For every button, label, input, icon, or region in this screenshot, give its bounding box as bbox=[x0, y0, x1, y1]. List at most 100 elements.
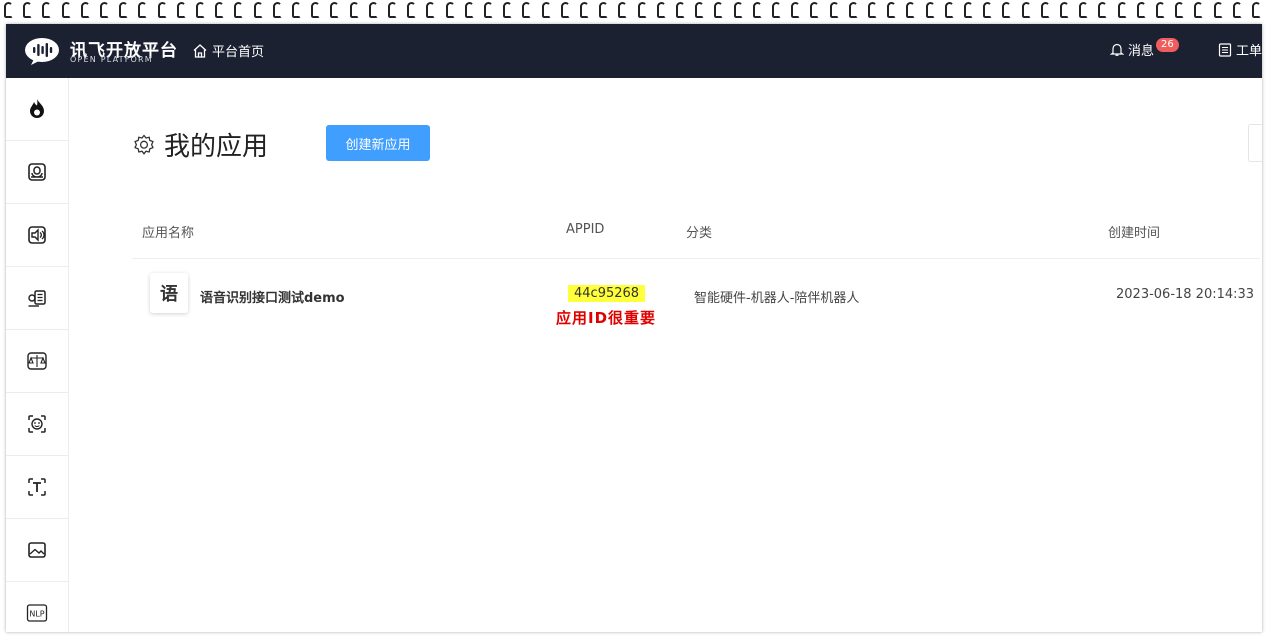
spiral-ring bbox=[350, 2, 359, 18]
spiral-ring bbox=[1022, 2, 1031, 18]
main-content: 我的应用 创建新应用 应用名称 APPID 分类 创建时间 语 语音识别接口测试… bbox=[68, 78, 1262, 632]
spiral-ring bbox=[254, 2, 263, 18]
page-title: 我的应用 bbox=[164, 132, 269, 162]
sidebar-item-text-recognition[interactable] bbox=[6, 456, 68, 519]
app-category: 智能硬件-机器人-陪伴机器人 bbox=[694, 291, 860, 306]
spiral-ring bbox=[1079, 2, 1088, 18]
sidebar-item-speech-recognition[interactable] bbox=[6, 141, 68, 204]
spiral-ring bbox=[599, 2, 608, 18]
appid-value: 44c95268 bbox=[568, 285, 646, 302]
sidebar-item-voice-evaluation[interactable] bbox=[6, 330, 68, 393]
spiral-ring bbox=[522, 2, 531, 18]
voice-document-icon bbox=[28, 290, 46, 307]
nlp-icon-label: NLP bbox=[29, 610, 44, 619]
flame-icon bbox=[30, 99, 44, 118]
face-recognition-icon bbox=[28, 415, 46, 433]
home-icon bbox=[193, 43, 207, 58]
spiral-ring bbox=[887, 2, 896, 18]
spiral-ring bbox=[196, 2, 205, 18]
spiral-ring bbox=[1098, 2, 1107, 18]
spiral-ring bbox=[4, 2, 13, 18]
spiral-ring bbox=[734, 2, 743, 18]
spiral-ring bbox=[1156, 2, 1165, 18]
platform-home-link[interactable]: 平台首页 bbox=[192, 41, 264, 60]
spiral-ring bbox=[311, 2, 320, 18]
spiral-ring bbox=[1060, 2, 1069, 18]
text-recognition-icon bbox=[28, 478, 46, 496]
spiral-ring bbox=[1002, 2, 1011, 18]
spiral-ring bbox=[273, 2, 282, 18]
column-header-appid: APPID bbox=[566, 222, 605, 237]
spiral-ring bbox=[618, 2, 627, 18]
spiral-ring bbox=[945, 2, 954, 18]
spiral-ring bbox=[964, 2, 973, 18]
spiral-ring bbox=[714, 2, 723, 18]
logo-text-en: OPEN PLATFORM bbox=[70, 55, 153, 64]
spiral-ring bbox=[753, 2, 762, 18]
speech-recognition-icon bbox=[28, 163, 46, 181]
spiral-ring bbox=[62, 2, 71, 18]
spiral-binding bbox=[0, 0, 1269, 22]
spiral-ring bbox=[772, 2, 781, 18]
spiral-ring bbox=[369, 2, 378, 18]
spiral-ring bbox=[330, 2, 339, 18]
spiral-ring bbox=[542, 2, 551, 18]
spiral-ring bbox=[1252, 2, 1261, 18]
bell-icon bbox=[1110, 43, 1124, 56]
app-name-link[interactable]: 语音识别接口测试demo bbox=[200, 287, 345, 306]
messages-button[interactable]: 消息 26 bbox=[1110, 37, 1179, 59]
create-app-button[interactable]: 创建新应用 bbox=[326, 125, 430, 161]
sidebar-item-image-recognition[interactable] bbox=[6, 519, 68, 582]
spiral-ring bbox=[465, 2, 474, 18]
spiral-ring bbox=[426, 2, 435, 18]
home-link-label: 平台首页 bbox=[212, 45, 265, 60]
image-recognition-icon bbox=[28, 542, 46, 558]
spiral-ring bbox=[388, 2, 397, 18]
spiral-ring bbox=[1137, 2, 1146, 18]
spiral-ring bbox=[657, 2, 666, 18]
spiral-ring bbox=[638, 2, 647, 18]
messages-label: 消息 bbox=[1128, 44, 1155, 59]
gear-icon bbox=[134, 134, 154, 154]
spiral-ring bbox=[1194, 2, 1203, 18]
spiral-ring bbox=[81, 2, 90, 18]
spiral-ring bbox=[407, 2, 416, 18]
spiral-ring bbox=[830, 2, 839, 18]
spiral-ring bbox=[906, 2, 915, 18]
app-icon: 语 bbox=[150, 273, 188, 313]
spiral-ring bbox=[503, 2, 512, 18]
spiral-ring bbox=[1233, 2, 1242, 18]
speech-synthesis-icon bbox=[28, 226, 46, 244]
spiral-ring bbox=[868, 2, 877, 18]
spiral-ring bbox=[926, 2, 935, 18]
spiral-ring bbox=[158, 2, 167, 18]
spiral-ring bbox=[676, 2, 685, 18]
voice-evaluation-icon bbox=[27, 352, 47, 370]
spiral-ring bbox=[292, 2, 301, 18]
nlp-icon: NLP bbox=[26, 604, 48, 622]
ticket-label: 工单 bbox=[1236, 44, 1262, 59]
spiral-ring bbox=[119, 2, 128, 18]
spiral-ring bbox=[446, 2, 455, 18]
spiral-ring bbox=[1118, 2, 1127, 18]
clipboard-icon bbox=[1218, 43, 1232, 57]
ticket-button[interactable]: 工单 bbox=[1218, 40, 1262, 59]
sidebar-item-voice-document[interactable] bbox=[6, 267, 68, 330]
spiral-ring bbox=[1214, 2, 1223, 18]
top-nav-bar: 讯飞开放平台 OPEN PLATFORM 平台首页 消息 26 工单 bbox=[6, 24, 1262, 78]
column-header-category: 分类 bbox=[686, 226, 713, 241]
sidebar-item-face-recognition[interactable] bbox=[6, 393, 68, 456]
spiral-ring bbox=[42, 2, 51, 18]
page-title-row: 我的应用 bbox=[132, 126, 268, 163]
spiral-ring bbox=[484, 2, 493, 18]
sidebar-item-nlp[interactable]: NLP bbox=[6, 582, 68, 632]
spiral-ring bbox=[849, 2, 858, 18]
sidebar-item-hot[interactable] bbox=[6, 78, 68, 141]
spiral-ring bbox=[138, 2, 147, 18]
messages-count-badge: 26 bbox=[1156, 37, 1179, 52]
screenshot-sheet: 讯飞开放平台 OPEN PLATFORM 平台首页 消息 26 工单 NLP 我… bbox=[6, 24, 1262, 632]
sidebar-item-speech-synthesis[interactable] bbox=[6, 204, 68, 267]
spiral-ring bbox=[1175, 2, 1184, 18]
search-box-partial[interactable] bbox=[1248, 124, 1262, 162]
spiral-ring bbox=[100, 2, 109, 18]
